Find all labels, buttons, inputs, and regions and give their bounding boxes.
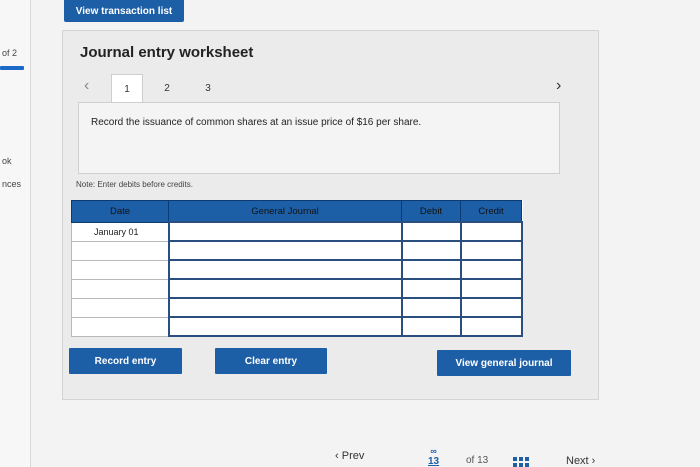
debit-input[interactable] (400, 297, 462, 318)
header-debit: Debit (401, 200, 461, 223)
header-general-journal: General Journal (168, 200, 402, 223)
tab-bar: ‹ 1 2 3 › (80, 74, 575, 104)
grid-icon[interactable] (513, 457, 529, 467)
sidebar-page-fraction: of 2 (2, 48, 18, 58)
link-icon: ∞ (430, 446, 437, 456)
table-row (71, 240, 523, 261)
debit-input[interactable] (400, 316, 462, 337)
page-indicator[interactable]: ∞ 13 (428, 447, 439, 467)
header-date: Date (71, 200, 169, 223)
chevron-left-icon[interactable]: ‹ (84, 77, 89, 95)
chevron-right-icon[interactable]: › (556, 77, 561, 95)
prev-button[interactable]: ‹ Prev (335, 450, 364, 462)
credit-input[interactable] (459, 278, 523, 299)
table-row (71, 278, 523, 299)
account-input[interactable] (167, 297, 403, 318)
credit-input[interactable] (459, 297, 523, 318)
journal-table: Date General Journal Debit Credit Januar… (71, 200, 523, 337)
sidebar-progress-bar (0, 66, 24, 70)
record-entry-button[interactable]: Record entry (69, 348, 182, 374)
credit-input[interactable] (459, 221, 523, 242)
credit-input[interactable] (459, 240, 523, 261)
sidebar-item-1[interactable]: ok (2, 156, 12, 166)
tab-3[interactable]: 3 (193, 74, 223, 102)
chevron-right-icon: › (588, 455, 596, 467)
tab-2[interactable]: 2 (152, 74, 182, 102)
chevron-left-icon: ‹ (335, 450, 342, 462)
date-cell (71, 316, 169, 337)
sidebar: of 2 ok nces (0, 0, 31, 467)
account-input[interactable] (167, 259, 403, 280)
note-text: Note: Enter debits before credits. (76, 180, 193, 189)
tab-1[interactable]: 1 (111, 74, 143, 104)
date-cell (71, 259, 169, 280)
date-cell (71, 278, 169, 299)
page-total: of 13 (466, 455, 489, 466)
debit-input[interactable] (400, 259, 462, 280)
account-input[interactable] (167, 316, 403, 337)
debit-input[interactable] (400, 221, 462, 242)
table-row (71, 297, 523, 318)
view-general-journal-button[interactable]: View general journal (437, 350, 571, 376)
date-cell: January 01 (71, 221, 169, 242)
account-input[interactable] (167, 240, 403, 261)
header-credit: Credit (460, 200, 522, 223)
view-transaction-list-button[interactable]: View transaction list (64, 0, 184, 22)
next-button[interactable]: Next › (566, 455, 595, 467)
credit-input[interactable] (459, 259, 523, 280)
prev-label: Prev (341, 450, 365, 462)
account-input[interactable] (167, 278, 403, 299)
account-input[interactable] (167, 221, 403, 242)
current-page: 13 (428, 456, 440, 467)
date-cell (71, 297, 169, 318)
next-label: Next (566, 455, 589, 467)
debit-input[interactable] (400, 240, 462, 261)
prompt-text: Record the issuance of common shares at … (91, 117, 422, 128)
table-row (71, 316, 523, 337)
page-title: Journal entry worksheet (80, 44, 254, 61)
table-row (71, 259, 523, 280)
table-row: January 01 (71, 221, 523, 242)
date-cell (71, 240, 169, 261)
clear-entry-button[interactable]: Clear entry (215, 348, 327, 374)
credit-input[interactable] (459, 316, 523, 337)
debit-input[interactable] (400, 278, 462, 299)
sidebar-item-2[interactable]: nces (2, 179, 21, 189)
prompt-box: Record the issuance of common shares at … (78, 102, 560, 174)
